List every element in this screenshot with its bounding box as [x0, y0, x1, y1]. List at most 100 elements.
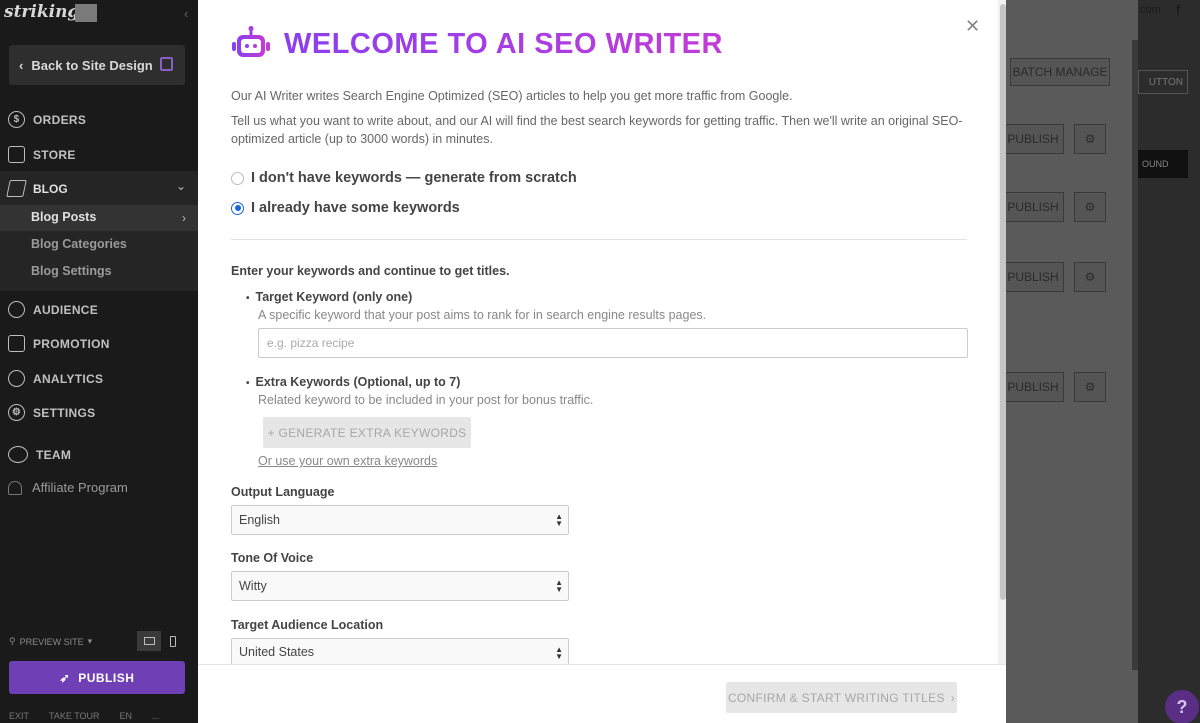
- select-value: Witty: [239, 579, 267, 593]
- corner-domain-text: com: [1140, 4, 1161, 16]
- sidebar-item-orders[interactable]: $ ORDERS: [8, 111, 86, 128]
- sidebar-item-blog-categories[interactable]: Blog Categories: [31, 237, 127, 251]
- confirm-start-writing-button[interactable]: CONFIRM & START WRITING TITLES ›: [726, 682, 957, 713]
- select-value: English: [239, 513, 280, 527]
- back-to-site-design-button[interactable]: ‹ Back to Site Design: [9, 45, 185, 85]
- sidebar-item-blog-posts[interactable]: Blog Posts: [31, 210, 96, 224]
- label-text: Target Keyword (only one): [255, 290, 413, 304]
- enter-keywords-heading: Enter your keywords and continue to get …: [231, 264, 510, 278]
- bg-gear-icon: ⚙: [1074, 192, 1106, 222]
- output-language-select[interactable]: English ▲ ▼: [231, 505, 569, 535]
- chevron-right-icon: ›: [950, 690, 956, 705]
- select-arrows-icon: ▲ ▼: [555, 512, 563, 528]
- sidebar-item-label: STORE: [33, 147, 76, 162]
- batch-manage-button: BATCH MANAGE: [1010, 58, 1110, 86]
- sidebar-item-analytics[interactable]: ANALYTICS: [8, 370, 103, 387]
- modal-title: WELCOME TO AI SEO WRITER: [284, 27, 723, 60]
- take-tour-link[interactable]: TAKE TOUR: [49, 711, 100, 721]
- mobile-view-button[interactable]: [161, 631, 185, 651]
- help-button[interactable]: ?: [1165, 690, 1199, 723]
- gear-icon: ⚙: [8, 404, 25, 421]
- bullet: •: [246, 378, 250, 389]
- sidebar-item-label: Affiliate Program: [32, 480, 128, 495]
- robot-icon: [232, 26, 270, 57]
- radio-button[interactable]: [231, 171, 244, 185]
- language-link[interactable]: EN: [120, 711, 133, 721]
- back-label: Back to Site Design: [31, 57, 153, 73]
- sidebar-item-affiliate[interactable]: Affiliate Program: [8, 480, 128, 495]
- target-audience-location-select[interactable]: United States ▲ ▼: [231, 638, 569, 664]
- label-text: Extra Keywords (Optional, up to 7): [255, 375, 461, 389]
- background-edge: UTTON OUND: [1138, 0, 1200, 723]
- megaphone-icon: [8, 335, 25, 352]
- desktop-icon: [143, 637, 155, 645]
- sidebar-item-label: ORDERS: [33, 112, 87, 127]
- bullet: •: [246, 293, 250, 304]
- extra-keywords-hint: Related keyword to be included in your p…: [258, 393, 594, 407]
- sidebar-item-settings[interactable]: ⚙ SETTINGS: [8, 404, 95, 421]
- sidebar-footer: EXIT TAKE TOUR EN ...: [9, 711, 160, 721]
- sidebar-item-store[interactable]: STORE: [8, 146, 76, 163]
- sidebar-item-label: AUDIENCE: [33, 302, 99, 317]
- chevron-right-icon: ›: [182, 211, 186, 225]
- option-label: I already have some keywords: [251, 200, 460, 216]
- bg-publish-button: PUBLISH: [1002, 192, 1064, 222]
- background-post-actions: BATCH MANAGE PUBLISH ⚙ PUBLISH ⚙ PUBLISH…: [1002, 0, 1138, 723]
- sidebar-item-label: SETTINGS: [33, 405, 96, 420]
- radio-button-selected[interactable]: [231, 201, 244, 215]
- bg-gear-icon: ⚙: [1074, 262, 1106, 292]
- option-label: I don't have keywords — generate from sc…: [251, 170, 577, 186]
- sidebar: strikingly ‹ ‹ Back to Site Design $ ORD…: [0, 0, 198, 723]
- logo-badge: [75, 4, 97, 22]
- more-menu[interactable]: ...: [152, 711, 160, 721]
- option-generate-from-scratch[interactable]: I don't have keywords — generate from sc…: [231, 170, 577, 186]
- target-keyword-label: • Target Keyword (only one): [246, 290, 412, 304]
- generate-extra-keywords-button[interactable]: + GENERATE EXTRA KEYWORDS: [263, 417, 471, 448]
- edit-icon: [160, 57, 173, 71]
- device-toggle: [137, 631, 185, 651]
- collapse-sidebar-icon[interactable]: ‹: [184, 6, 188, 21]
- input-placeholder: e.g. pizza recipe: [267, 336, 355, 350]
- preview-site-dropdown[interactable]: ⚲ PREVIEW SITE ▾: [9, 636, 92, 647]
- pen-icon: [6, 180, 27, 197]
- close-icon[interactable]: ✕: [965, 16, 980, 37]
- sidebar-item-blog-settings[interactable]: Blog Settings: [31, 264, 112, 278]
- bg-gear-icon: ⚙: [1074, 372, 1106, 402]
- sidebar-item-label: PROMOTION: [33, 336, 110, 351]
- sidebar-item-blog[interactable]: BLOG: [6, 180, 68, 197]
- publish-button[interactable]: ➶ PUBLISH: [9, 661, 185, 694]
- target-keyword-input[interactable]: e.g. pizza recipe: [258, 328, 968, 358]
- exit-link[interactable]: EXIT: [9, 711, 29, 721]
- intro-text-2: Tell us what you want to write about, an…: [231, 114, 963, 146]
- people-icon: [8, 301, 25, 318]
- bg-publish-button: PUBLISH: [1002, 262, 1064, 292]
- output-language-label: Output Language: [231, 485, 335, 499]
- confirm-label: CONFIRM & START WRITING TITLES: [727, 690, 945, 705]
- mobile-icon: [170, 635, 176, 647]
- sidebar-item-audience[interactable]: AUDIENCE: [8, 301, 98, 318]
- sidebar-blog-group: BLOG ⌄ Blog Posts › Blog Categories Blog…: [0, 171, 198, 291]
- target-keyword-hint: A specific keyword that your post aims t…: [258, 308, 707, 322]
- select-arrows-icon: ▲ ▼: [555, 645, 563, 661]
- active-highlight: [0, 205, 198, 231]
- chevron-left-icon: ‹: [19, 57, 24, 73]
- team-icon: [8, 446, 28, 463]
- caret-down-icon: ▾: [87, 636, 93, 646]
- use-own-keywords-link[interactable]: Or use your own extra keywords: [258, 454, 437, 468]
- bg-button-fragment: UTTON: [1138, 70, 1188, 94]
- bg-gear-icon: ⚙: [1074, 124, 1106, 154]
- extra-keywords-label: • Extra Keywords (Optional, up to 7): [246, 375, 460, 389]
- sidebar-item-promotion[interactable]: PROMOTION: [8, 335, 110, 352]
- modal-scrollbar-thumb[interactable]: [1000, 4, 1006, 600]
- sidebar-item-team[interactable]: TEAM: [8, 446, 71, 463]
- desktop-view-button[interactable]: [137, 631, 161, 651]
- option-have-keywords[interactable]: I already have some keywords: [231, 200, 460, 216]
- dollar-icon: $: [8, 111, 25, 128]
- sidebar-item-label: ANALYTICS: [33, 371, 104, 386]
- bg-publish-button: PUBLISH: [1002, 124, 1064, 154]
- sidebar-item-label: TEAM: [36, 447, 72, 462]
- tone-of-voice-select[interactable]: Witty ▲ ▼: [231, 571, 569, 601]
- facebook-icon[interactable]: f: [1176, 2, 1180, 17]
- select-value: United States: [239, 644, 315, 659]
- pie-chart-icon: [8, 370, 25, 387]
